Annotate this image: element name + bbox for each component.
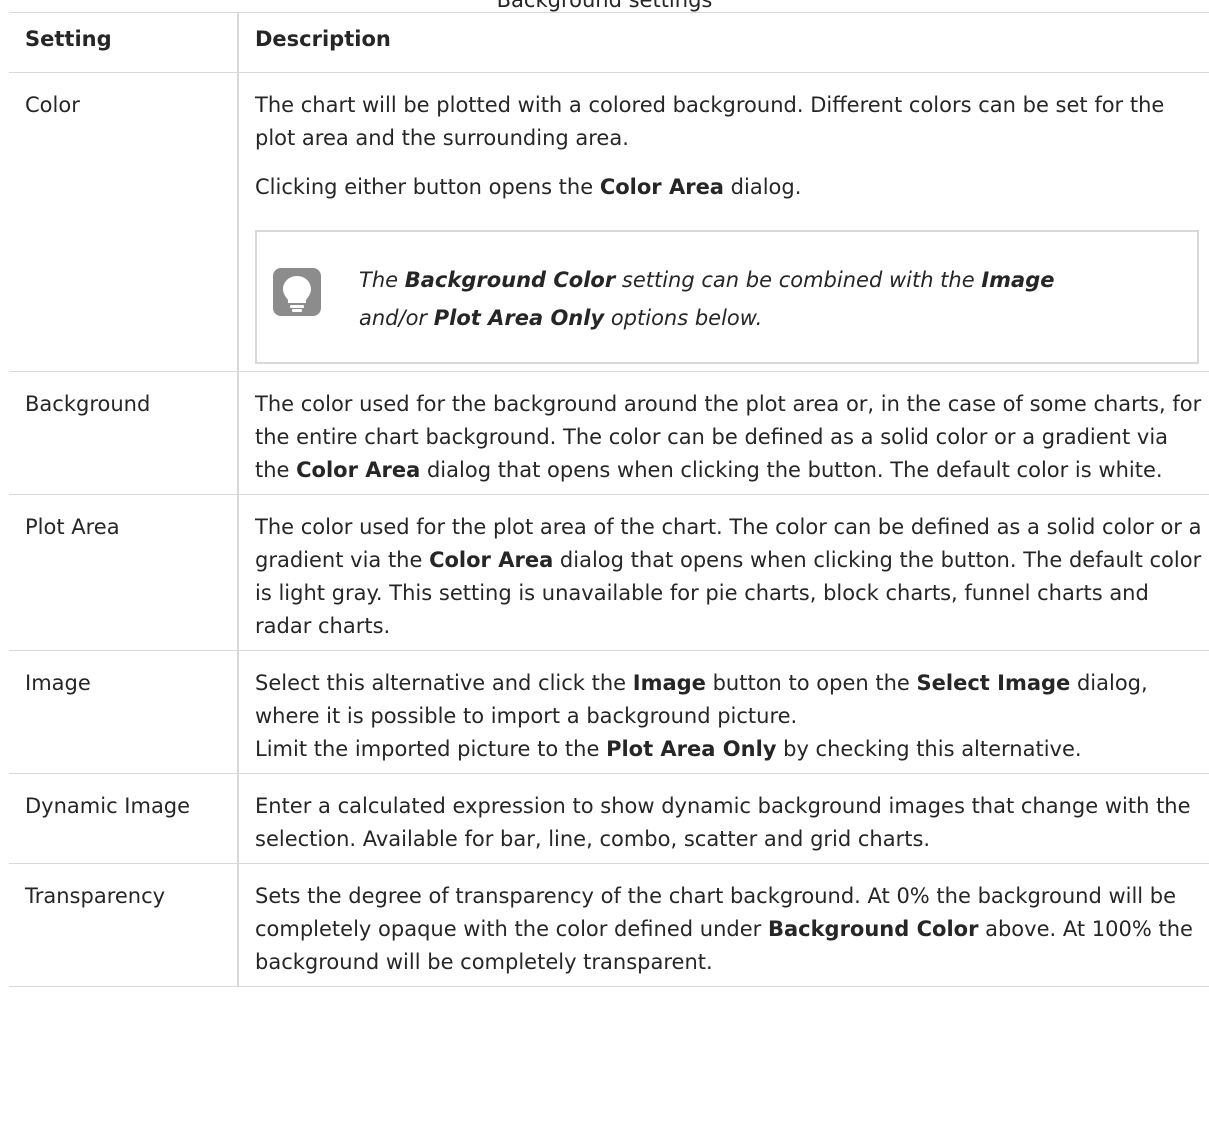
setting-description: Select this alternative and click the Im… [238, 650, 1209, 774]
table-row-background: Background The color used for the backgr… [9, 371, 1209, 495]
header-description: Description [238, 12, 1209, 73]
tip-text: The Background Color setting can be comb… [359, 268, 1055, 330]
setting-description: Sets the degree of transparency of the c… [238, 863, 1209, 987]
setting-name: Image [9, 650, 239, 774]
table-row-plot-area: Plot Area The color used for the plot ar… [9, 494, 1209, 651]
setting-description: The color used for the background around… [238, 371, 1209, 495]
table-row-dynamic-image: Dynamic Image Enter a calculated express… [9, 773, 1209, 864]
header-setting: Setting [9, 12, 239, 73]
setting-name: Background [9, 371, 239, 495]
setting-description: The chart will be plotted with a colored… [238, 72, 1209, 372]
table-row-color: Color The chart will be plotted with a c… [9, 72, 1209, 372]
table-row-transparency: Transparency Sets the degree of transpar… [9, 863, 1209, 987]
setting-name: Plot Area [9, 494, 239, 651]
tip-box: The Background Color setting can be comb… [255, 230, 1199, 364]
table-row-image: Image Select this alternative and click … [9, 650, 1209, 774]
setting-name: Color [9, 72, 239, 372]
table-header-row: Setting Description [9, 12, 1209, 73]
setting-description: Enter a calculated expression to show dy… [238, 773, 1209, 864]
setting-name: Transparency [9, 863, 239, 987]
background-settings-table: Setting Description Color The chart will… [9, 12, 1209, 987]
lightbulb-icon [273, 268, 321, 316]
setting-description: The color used for the plot area of the … [238, 494, 1209, 651]
setting-name: Dynamic Image [9, 773, 239, 864]
table-caption: Background settings [496, 0, 713, 12]
